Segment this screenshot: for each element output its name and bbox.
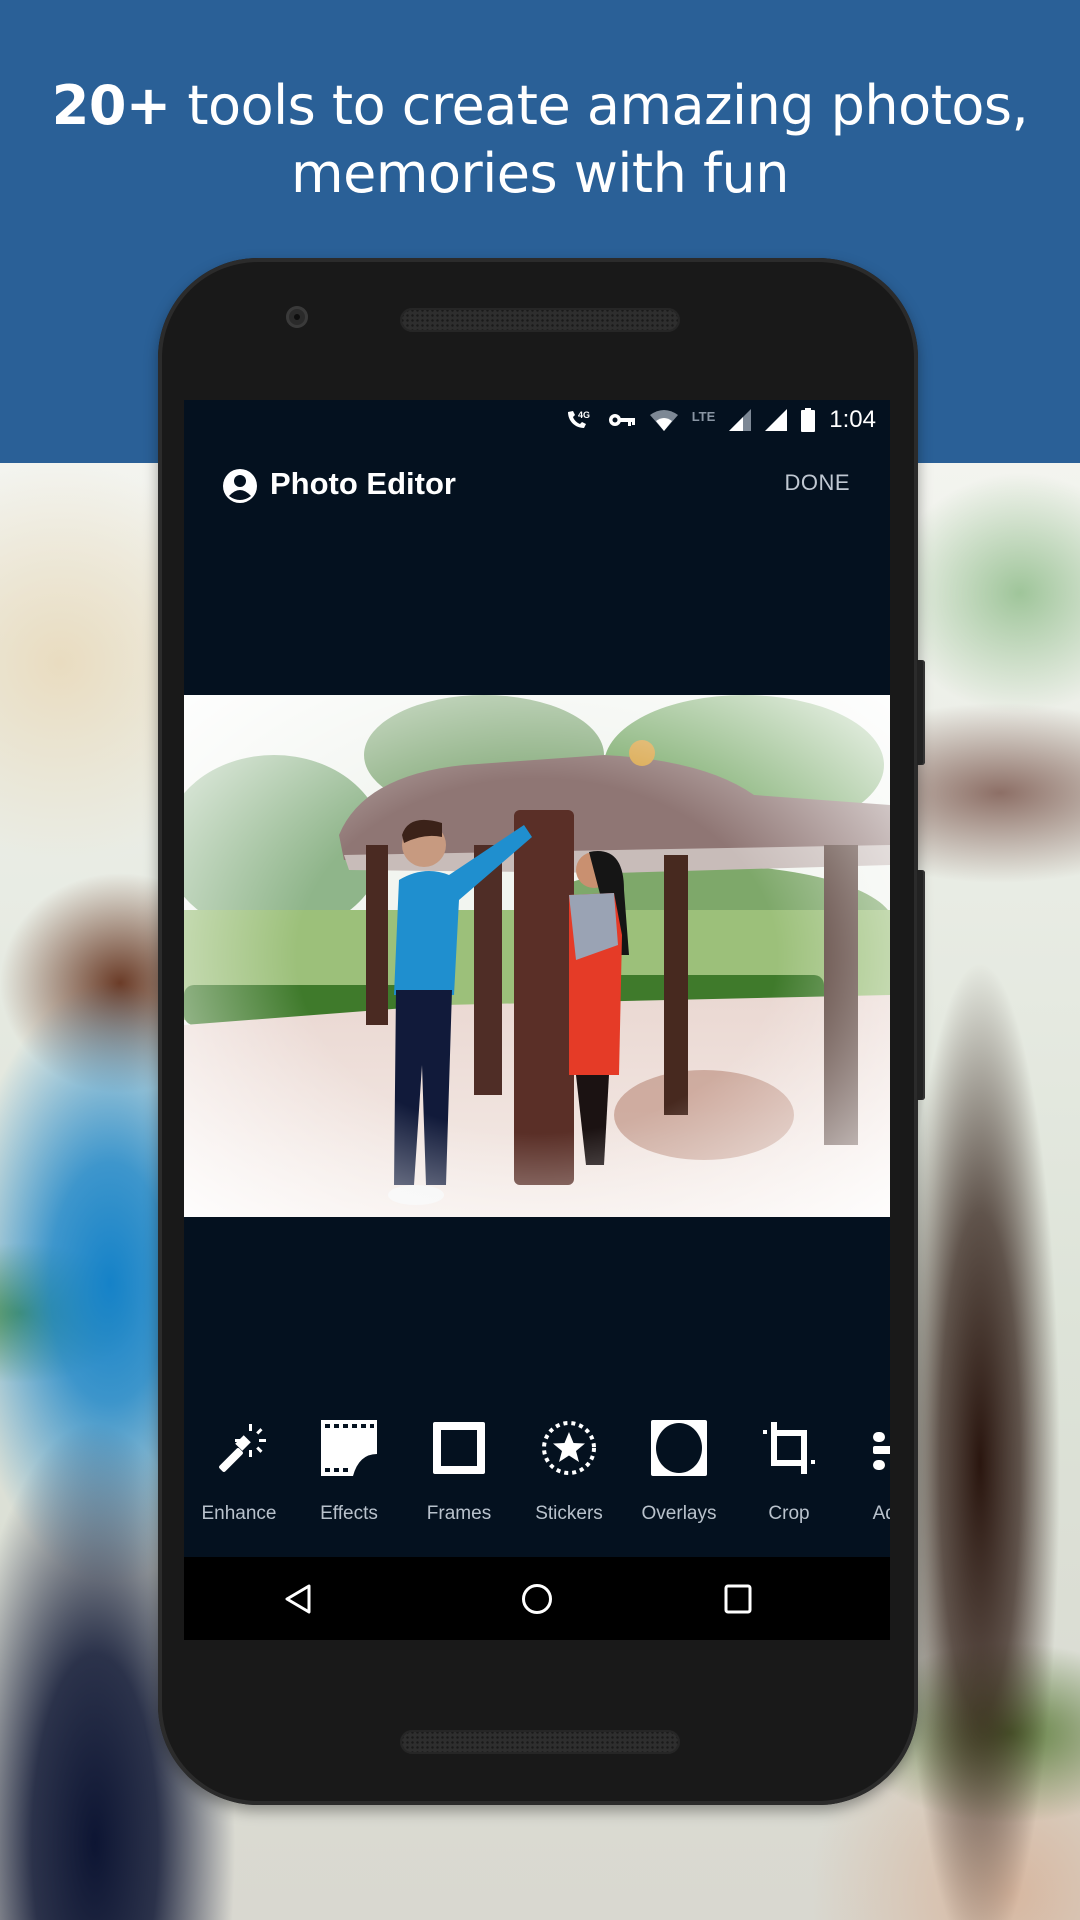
- tool-label: Crop: [768, 1503, 810, 1524]
- account-circle-icon[interactable]: [222, 468, 258, 509]
- magic-wand-icon: [219, 1424, 266, 1472]
- vignette-overlay: [184, 695, 890, 1217]
- sticker-star-icon: [542, 1421, 596, 1475]
- status-bar: 4G LTE 1:04: [184, 400, 890, 440]
- svg-text:4G: 4G: [578, 410, 590, 420]
- volume-button: [917, 870, 925, 1100]
- vpn-key-icon: [608, 412, 636, 428]
- app-title: Photo Editor: [270, 466, 456, 501]
- tool-label: Adjust: [872, 1503, 890, 1524]
- tool-frames[interactable]: Frames: [404, 1400, 514, 1557]
- tool-label: Effects: [320, 1503, 378, 1524]
- bottom-speaker: [400, 1730, 680, 1754]
- tool-label: Overlays: [641, 1503, 717, 1524]
- tool-enhance[interactable]: Enhance: [184, 1400, 294, 1557]
- tool-label: Enhance: [201, 1503, 277, 1524]
- tool-crop[interactable]: Crop: [734, 1400, 844, 1557]
- tool-overlays[interactable]: Overlays: [624, 1400, 734, 1557]
- headline-highlight: 20+: [51, 74, 171, 137]
- home-icon: [522, 1584, 552, 1614]
- lte-signal-icon: [729, 409, 752, 431]
- signal-icon: [765, 409, 788, 431]
- tool-effects[interactable]: Effects: [294, 1400, 404, 1557]
- tools-toolbar: Enhance Effects Frames Stickers Overlays…: [184, 1400, 890, 1557]
- recents-icon: [724, 1584, 752, 1614]
- back-button[interactable]: [278, 1579, 318, 1619]
- system-nav-bar: [184, 1557, 890, 1640]
- done-button[interactable]: DONE: [784, 470, 850, 496]
- earpiece-speaker: [400, 308, 680, 332]
- back-icon: [285, 1584, 311, 1614]
- adjust-icon: [873, 1432, 890, 1470]
- promo-headline: 20+ tools to create amazing photos, memo…: [0, 72, 1080, 208]
- phone-screen: 4G LTE 1:04 Photo Editor DONE Enhance Ef…: [184, 400, 890, 1640]
- home-button[interactable]: [517, 1579, 557, 1619]
- wifi-icon: [649, 409, 678, 431]
- battery-icon: [801, 408, 816, 432]
- overlay-icon: [651, 1420, 707, 1476]
- film-effects-icon: [321, 1420, 377, 1476]
- power-button: [917, 660, 925, 765]
- tool-adjust[interactable]: Adjust: [844, 1400, 890, 1557]
- crop-icon: [763, 1422, 815, 1474]
- front-camera: [286, 306, 308, 328]
- frame-icon: [433, 1422, 485, 1474]
- headline-text-line1: tools to create amazing photos,: [170, 74, 1029, 137]
- app-bar: Photo Editor DONE: [184, 440, 890, 532]
- recents-button[interactable]: [718, 1579, 758, 1619]
- tool-stickers[interactable]: Stickers: [514, 1400, 624, 1557]
- tool-label: Stickers: [535, 1503, 603, 1524]
- edited-photo[interactable]: [184, 695, 890, 1217]
- lte-label: LTE: [691, 408, 716, 424]
- tool-label: Frames: [426, 1503, 492, 1524]
- headline-text-line2: memories with fun: [291, 142, 789, 205]
- hd-call-4g-icon: 4G: [564, 408, 594, 432]
- status-time: 1:04: [829, 406, 876, 433]
